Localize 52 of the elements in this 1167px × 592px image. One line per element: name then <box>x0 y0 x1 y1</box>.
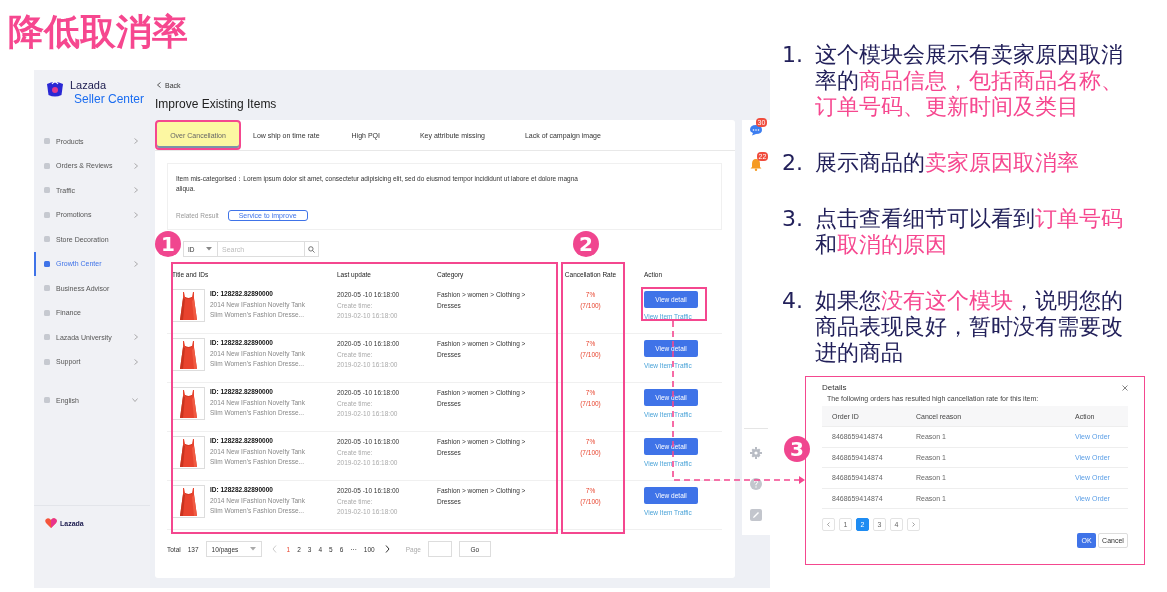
previous-page-icon[interactable] <box>271 545 277 553</box>
note-text: 展示商品的卖家原因取消率 <box>815 150 1080 176</box>
page-title: Improve Existing Items <box>155 96 278 112</box>
help-icon[interactable] <box>750 478 762 490</box>
list-number: 2. <box>782 150 804 176</box>
chevron-left-icon <box>157 82 161 88</box>
note-text: 点击查看细节可以看到订单号码 和取消的原因 <box>815 206 1124 258</box>
slide-title: 降低取消率 <box>7 10 188 52</box>
edit-icon[interactable] <box>750 509 762 521</box>
list-number: 4. <box>782 288 804 315</box>
chevron-down-icon <box>132 398 138 403</box>
search-button[interactable] <box>305 241 319 257</box>
list-number: 1. <box>782 42 804 69</box>
chevron-left-icon <box>827 522 830 527</box>
chevron-right-icon <box>134 211 138 218</box>
search-icon <box>308 245 315 253</box>
list-number: 3. <box>782 206 804 233</box>
menu-icon <box>44 187 50 194</box>
menu-icon <box>44 162 50 169</box>
menu-icon <box>44 358 50 365</box>
note-text: 这个模块会展示有卖家原因取消率的商品信息，包括商品名称、订单号码、更新时间及类目 <box>815 42 1124 120</box>
next-page-icon[interactable] <box>384 545 390 553</box>
previous-page-button[interactable] <box>822 518 835 531</box>
menu-icon <box>44 236 50 243</box>
caret-icon <box>249 547 256 551</box>
chevron-right-icon <box>134 138 138 145</box>
next-page-button[interactable] <box>907 518 920 531</box>
chevron-right-icon <box>134 334 138 341</box>
menu-icon <box>44 309 50 316</box>
product-name: Seller Center <box>74 92 145 106</box>
step-badge: 3 <box>784 436 810 462</box>
menu-icon <box>44 211 50 218</box>
highlight-frame <box>641 287 707 321</box>
chevron-right-icon <box>134 260 138 267</box>
chevron-right-icon <box>912 522 915 527</box>
close-icon[interactable] <box>1122 384 1128 391</box>
menu-icon <box>44 138 50 145</box>
dialog-title: Details <box>822 383 847 392</box>
chevron-right-icon <box>134 162 138 169</box>
menu-icon <box>44 334 50 341</box>
menu-icon <box>44 285 50 292</box>
bell-icon[interactable] <box>750 158 762 171</box>
page-input[interactable] <box>427 541 452 557</box>
chevron-right-icon <box>134 187 138 194</box>
chat-icon[interactable] <box>749 124 763 136</box>
brand-name: Lazada <box>70 78 108 92</box>
caret-icon <box>206 247 212 251</box>
chevron-right-icon <box>134 358 138 365</box>
heart-logo-icon <box>45 518 57 528</box>
menu-icon <box>44 260 50 267</box>
settings-icon[interactable] <box>750 447 762 459</box>
note-text: 如果您没有这个模块，说明您的商品表现良好，暂时没有需要改进的商品 <box>815 288 1124 366</box>
